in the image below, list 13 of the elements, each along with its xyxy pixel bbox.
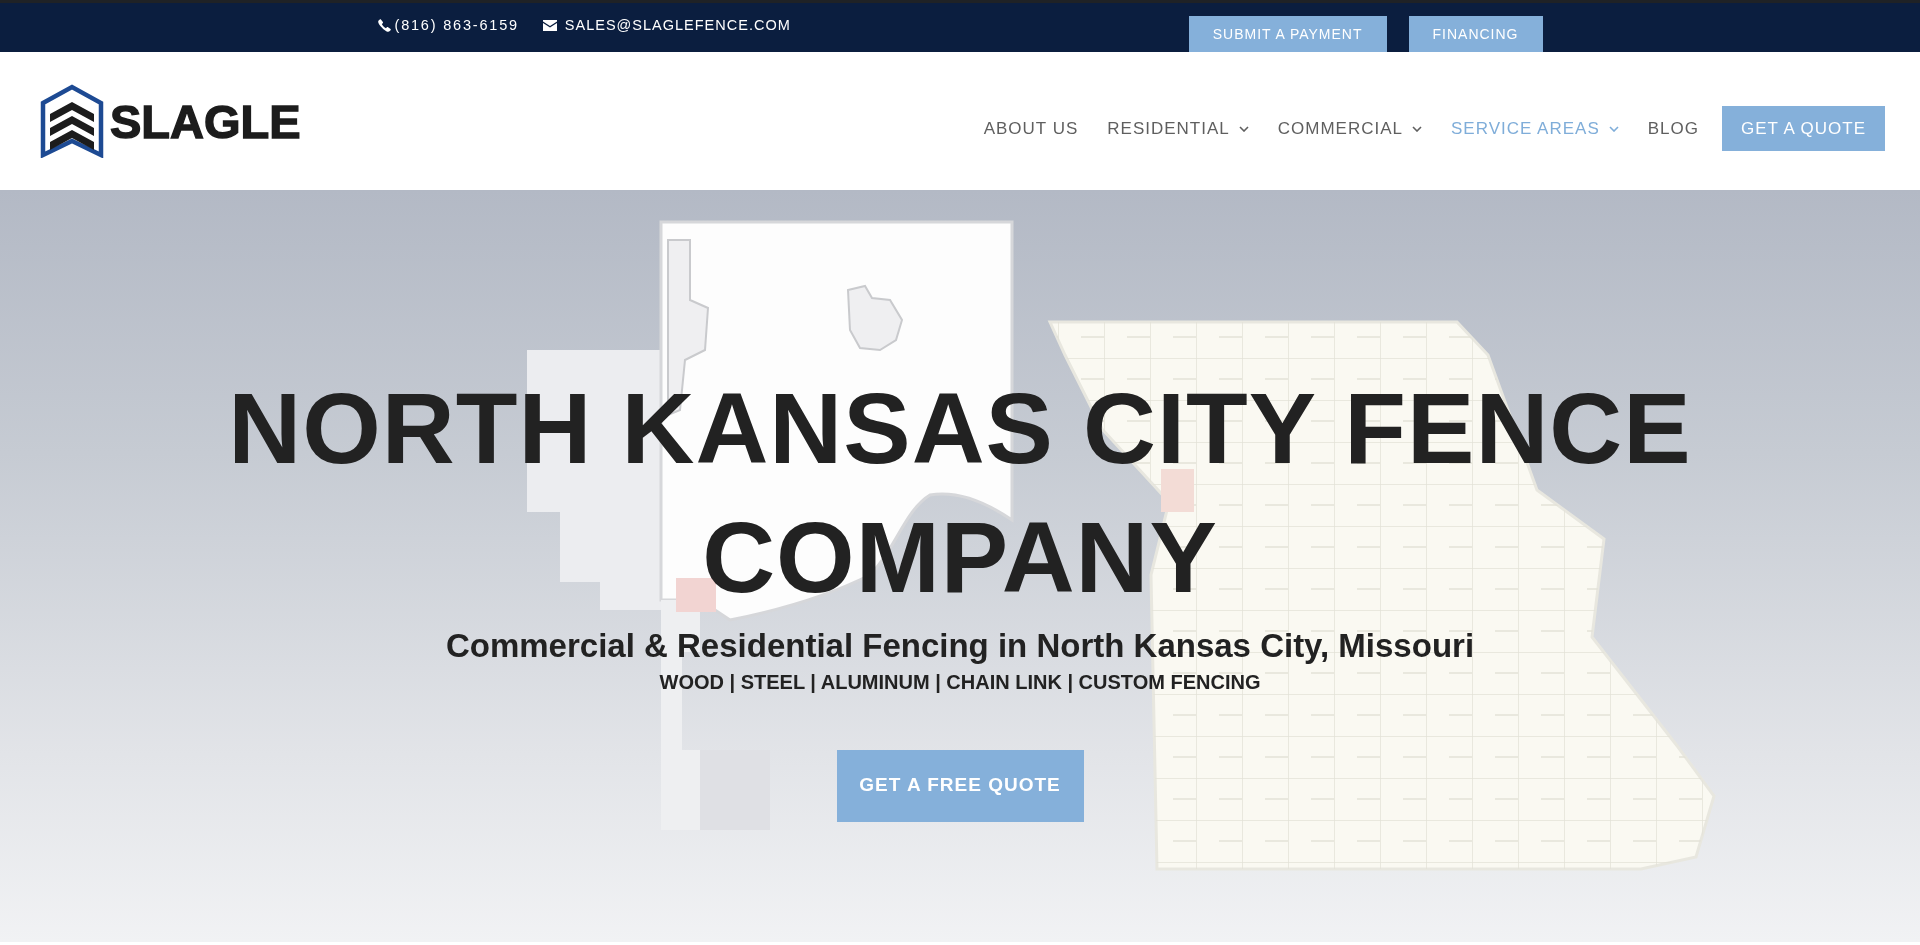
phone-icon	[377, 19, 391, 32]
fence-types-text: WOOD | STEEL | ALUMINUM | CHAIN LINK | CUSTOM FENCING	[659, 669, 1261, 694]
nav-link[interactable]: ABOUT US	[983, 115, 1079, 142]
logo-link[interactable]: SLAGLE	[40, 84, 301, 158]
phone-link[interactable]: (816) 863-6159	[394, 14, 519, 37]
nav-link[interactable]: BLOG	[1647, 115, 1699, 142]
nav-link[interactable]: COMMERCIAL	[1277, 115, 1422, 142]
nav-link[interactable]: RESIDENTIAL	[1107, 115, 1249, 142]
hero-subheading: Commercial & Residential Fencing in North Kansas City, Missouri	[445, 626, 1475, 666]
hero-heading: NORTH KANSAS CITY FENCE COMPANY	[227, 371, 1693, 615]
chevron-emblem-icon	[40, 84, 104, 158]
email-link[interactable]: SALES@SLAGLEFENCE.COM	[564, 14, 791, 37]
email-icon	[542, 20, 557, 31]
